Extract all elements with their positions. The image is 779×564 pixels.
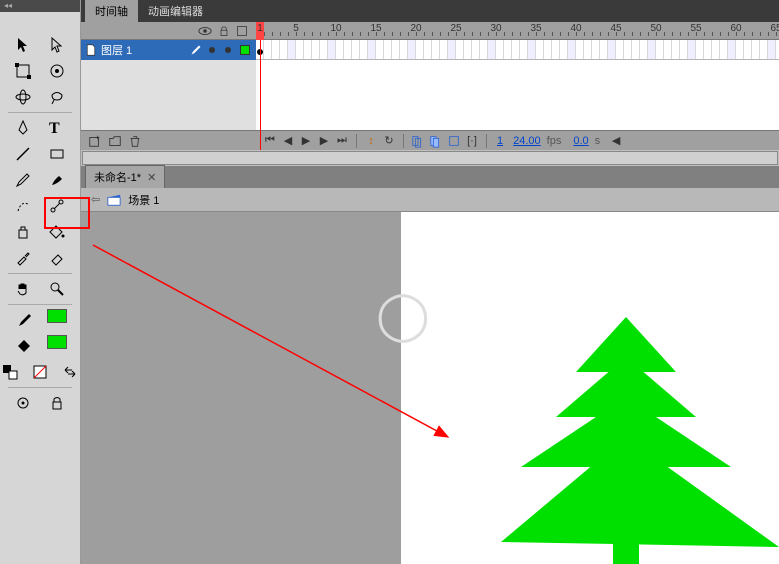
- panel-tabs: 时间轴 动画编辑器: [81, 0, 779, 22]
- first-frame-button[interactable]: ⏮: [262, 133, 278, 149]
- swap-colors-tool[interactable]: [60, 361, 80, 383]
- paint-bucket-tool[interactable]: [45, 221, 69, 243]
- tool-palette: ◂◂ T: [0, 0, 81, 564]
- eyedropper-tool[interactable]: [11, 247, 35, 269]
- timeline-ruler[interactable]: 15101520253035404550556065: [256, 22, 779, 39]
- eye-icon[interactable]: [198, 24, 212, 38]
- lock-dot[interactable]: [225, 47, 231, 53]
- tree-shape[interactable]: [501, 317, 779, 564]
- selection-tool[interactable]: [11, 34, 35, 56]
- no-color-tool[interactable]: [30, 361, 50, 383]
- prev-frame-button[interactable]: ◀: [280, 133, 296, 149]
- pen-tool[interactable]: [11, 117, 35, 139]
- close-icon[interactable]: ✕: [147, 171, 156, 184]
- stage-wrap: ◯: [81, 212, 779, 564]
- timeline-header: 15101520253035404550556065: [81, 22, 779, 40]
- main-area: 时间轴 动画编辑器 15101520253035404550556065 图层 …: [81, 0, 779, 564]
- zoom-tool[interactable]: [45, 278, 69, 300]
- layer-row[interactable]: 图层 1: [81, 40, 256, 60]
- rectangle-tool[interactable]: [45, 143, 69, 165]
- transport-controls: ⏮ ◀ ▶ ▶ ⏭ ↕ ↻ [·] 1 24.00 fps 0.0 s ◀: [256, 133, 779, 149]
- tools-header: ◂◂: [0, 0, 80, 12]
- timeline-scrollbar[interactable]: [81, 150, 779, 166]
- next-frame-button[interactable]: ▶: [316, 133, 332, 149]
- outline-square[interactable]: [240, 45, 250, 55]
- center-frame-button[interactable]: ↕: [363, 133, 379, 149]
- line-tool[interactable]: [11, 143, 35, 165]
- timeline-footer: ⏮ ◀ ▶ ▶ ⏭ ↕ ↻ [·] 1 24.00 fps 0.0 s ◀: [81, 130, 779, 150]
- stroke-color-pencil-icon: [13, 309, 37, 331]
- play-button[interactable]: ▶: [298, 133, 314, 149]
- document-tab-label: 未命名-1*: [94, 169, 141, 185]
- loop-button[interactable]: ↻: [381, 133, 397, 149]
- fill-color-bucket-icon: [13, 335, 37, 357]
- playhead-line: [260, 40, 261, 150]
- edit-multiple-button[interactable]: [446, 133, 462, 149]
- pencil-tool[interactable]: [11, 169, 35, 191]
- modify-markers-button[interactable]: [·]: [464, 133, 480, 149]
- option-lock-fill-tool[interactable]: [45, 392, 69, 414]
- current-frame[interactable]: 1: [497, 135, 503, 147]
- gradient-transform-tool[interactable]: [45, 60, 69, 82]
- document-tab[interactable]: 未命名-1* ✕: [85, 165, 165, 188]
- eraser-tool[interactable]: [45, 247, 69, 269]
- free-transform-tool[interactable]: [11, 60, 35, 82]
- layer-col-headers: [81, 22, 256, 39]
- tab-anim-editor[interactable]: 动画编辑器: [138, 0, 213, 22]
- hand-tool[interactable]: [11, 278, 35, 300]
- fill-color-swatch[interactable]: [47, 335, 67, 349]
- frames-area[interactable]: [256, 40, 779, 130]
- onion-outline-button[interactable]: [428, 133, 444, 149]
- 3d-rotation-tool[interactable]: [11, 86, 35, 108]
- fps-value[interactable]: 24.00: [513, 135, 541, 147]
- frame-row[interactable]: [256, 40, 779, 60]
- layer-name: 图层 1: [101, 42, 186, 58]
- pencil-active-icon: [190, 44, 202, 56]
- elapsed-time[interactable]: 0.0: [573, 135, 588, 147]
- document-tabs: 未命名-1* ✕: [81, 166, 779, 188]
- scene-name: 场景 1: [128, 192, 159, 208]
- outline-icon[interactable]: [236, 25, 248, 37]
- delete-layer-button[interactable]: [127, 133, 143, 149]
- fps-label: fps: [547, 135, 562, 147]
- onion-skin-button[interactable]: [410, 133, 426, 149]
- layer-page-icon: [85, 43, 97, 57]
- visibility-dot[interactable]: [209, 47, 215, 53]
- option-snap-tool[interactable]: [11, 392, 35, 414]
- layers-area: 图层 1: [81, 40, 779, 130]
- tab-timeline[interactable]: 时间轴: [85, 0, 138, 22]
- time-label: s: [595, 135, 601, 147]
- text-tool[interactable]: T: [45, 117, 69, 139]
- black-white-tool[interactable]: [0, 361, 20, 383]
- brush-tool[interactable]: [45, 169, 69, 191]
- bone-tool[interactable]: [45, 195, 69, 217]
- lasso-tool[interactable]: [45, 86, 69, 108]
- stroke-color-swatch[interactable]: [47, 309, 67, 323]
- deco-tool[interactable]: [11, 195, 35, 217]
- ink-bottle-tool[interactable]: [11, 221, 35, 243]
- new-folder-button[interactable]: [107, 133, 123, 149]
- layers-list: 图层 1: [81, 40, 256, 130]
- subselection-tool[interactable]: [45, 34, 69, 56]
- scroll-left-button[interactable]: ◀: [608, 133, 624, 149]
- layer-buttons: [81, 133, 256, 149]
- scene-clapper-icon: [106, 193, 122, 207]
- scene-bar: ⇦ 场景 1: [81, 188, 779, 212]
- last-frame-button[interactable]: ⏭: [334, 133, 350, 149]
- pasteboard[interactable]: ◯: [81, 212, 779, 564]
- back-arrow-icon[interactable]: ⇦: [91, 193, 100, 206]
- new-layer-button[interactable]: [87, 133, 103, 149]
- lock-icon[interactable]: [218, 24, 230, 38]
